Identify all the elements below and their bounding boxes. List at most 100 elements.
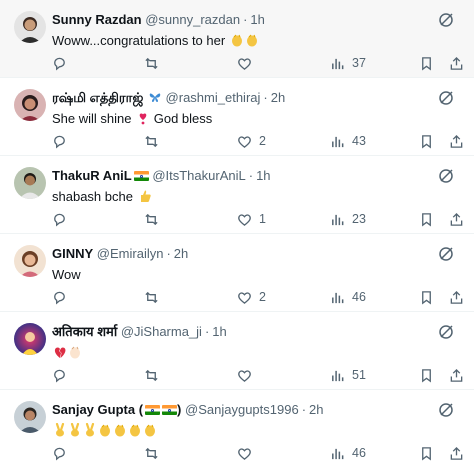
victory-hand-emoji-icon xyxy=(70,423,80,437)
reply-tweet[interactable]: Sunny Razdan @sunny_razdan · 1h Woww...con… xyxy=(0,0,474,78)
repost-button[interactable] xyxy=(144,366,166,384)
tweet-text xyxy=(52,421,454,441)
bookmark-icon xyxy=(422,290,431,304)
reply-tweet[interactable]: Sanjay Gupta () @Sanjaygupts1996 · 2h 46 xyxy=(0,390,474,467)
views-button[interactable]: 51 xyxy=(330,366,366,384)
repost-button[interactable] xyxy=(144,444,166,462)
share-button[interactable] xyxy=(449,366,464,384)
grok-icon[interactable] xyxy=(438,12,454,28)
like-button[interactable]: 2 xyxy=(237,288,266,306)
user-handle[interactable]: @Emirailyn xyxy=(97,246,164,261)
timestamp[interactable]: 1h xyxy=(212,324,226,339)
bookmark-icon xyxy=(422,446,431,460)
views-button[interactable]: 46 xyxy=(330,444,366,462)
avatar[interactable] xyxy=(14,11,46,43)
bookmark-icon xyxy=(422,212,431,226)
share-icon xyxy=(450,446,463,460)
clap-emoji-icon xyxy=(145,424,155,437)
views-button[interactable]: 43 xyxy=(330,132,366,150)
tweet-header: GINNY @Emirailyn · 2h xyxy=(52,246,189,261)
avatar[interactable] xyxy=(14,323,46,355)
timestamp[interactable]: 2h xyxy=(174,246,188,261)
views-button[interactable]: 37 xyxy=(330,54,366,72)
reply-button[interactable] xyxy=(52,54,74,72)
views-button[interactable]: 46 xyxy=(330,288,366,306)
avatar[interactable] xyxy=(14,167,46,199)
timestamp[interactable]: 2h xyxy=(271,90,285,105)
thumbs-up-emoji-icon xyxy=(140,190,151,202)
grok-icon[interactable] xyxy=(438,246,454,262)
grok-icon[interactable] xyxy=(438,402,454,418)
avatar[interactable] xyxy=(14,401,46,433)
display-name[interactable]: अतिकाय शर्मा xyxy=(52,324,117,339)
share-icon xyxy=(450,290,463,304)
repost-button[interactable] xyxy=(144,210,166,228)
avatar[interactable] xyxy=(14,89,46,121)
avatar[interactable] xyxy=(14,245,46,277)
bookmark-button[interactable] xyxy=(419,54,434,72)
victory-hand-emoji-icon xyxy=(55,423,65,437)
like-icon xyxy=(238,213,251,226)
reply-button[interactable] xyxy=(52,444,74,462)
reply-button[interactable] xyxy=(52,210,74,228)
reply-button[interactable] xyxy=(52,366,74,384)
share-icon xyxy=(450,134,463,148)
display-name[interactable]: ரஷ்மி எத்திராஜ் xyxy=(52,90,143,105)
user-handle[interactable]: @rashmi_ethiraj xyxy=(166,90,261,105)
clap-emoji-icon xyxy=(115,424,125,437)
share-button[interactable] xyxy=(449,444,464,462)
user-handle[interactable]: @Sanjaygupts1996 xyxy=(185,402,299,417)
repost-button[interactable] xyxy=(144,54,166,72)
bookmark-button[interactable] xyxy=(419,210,434,228)
share-button[interactable] xyxy=(449,288,464,306)
like-button[interactable]: 2 xyxy=(237,132,266,150)
grok-icon[interactable] xyxy=(438,168,454,184)
action-bar: 2 43 xyxy=(0,132,474,150)
user-handle[interactable]: @sunny_razdan xyxy=(145,12,240,27)
bookmark-icon xyxy=(422,56,431,70)
repost-icon xyxy=(145,135,158,147)
bookmark-button[interactable] xyxy=(419,444,434,462)
bookmark-button[interactable] xyxy=(419,288,434,306)
grok-icon[interactable] xyxy=(438,90,454,106)
share-button[interactable] xyxy=(449,54,464,72)
user-handle[interactable]: @ItsThakurAniL xyxy=(152,168,245,183)
replies-feed: Sunny Razdan @sunny_razdan · 1h Woww...con… xyxy=(0,0,474,467)
bookmark-icon xyxy=(422,134,431,148)
share-button[interactable] xyxy=(449,132,464,150)
display-name[interactable]: Sanjay Gupta xyxy=(52,402,135,417)
like-icon xyxy=(238,135,251,148)
views-icon xyxy=(332,448,344,459)
display-name[interactable]: Sunny Razdan xyxy=(52,12,142,27)
display-name[interactable]: GINNY xyxy=(52,246,93,261)
like-icon xyxy=(238,57,251,70)
like-icon xyxy=(238,291,251,304)
timestamp[interactable]: 1h xyxy=(256,168,270,183)
share-button[interactable] xyxy=(449,210,464,228)
clap-emoji-icon xyxy=(100,424,110,437)
like-button[interactable]: 1 xyxy=(237,210,266,228)
reply-tweet[interactable]: ரஷ்மி எத்திராஜ் @rashmi_ethiraj · 2h She w… xyxy=(0,78,474,156)
like-button[interactable] xyxy=(237,54,259,72)
bookmark-button[interactable] xyxy=(419,366,434,384)
views-button[interactable]: 23 xyxy=(330,210,366,228)
like-button[interactable] xyxy=(237,366,259,384)
victory-hand-emoji-icon xyxy=(85,423,95,437)
like-button[interactable] xyxy=(237,444,259,462)
action-bar: 1 23 xyxy=(0,210,474,228)
repost-button[interactable] xyxy=(144,132,166,150)
user-handle[interactable]: @JiSharma_ji xyxy=(121,324,202,339)
share-icon xyxy=(450,368,463,382)
display-name[interactable]: ThakuR AniL xyxy=(52,168,132,183)
repost-button[interactable] xyxy=(144,288,166,306)
reply-tweet[interactable]: अतिकाय शर्मा @JiSharma_ji · 1h 51 xyxy=(0,312,474,390)
reply-button[interactable] xyxy=(52,132,74,150)
reply-tweet[interactable]: GINNY @Emirailyn · 2h Wow 2 46 xyxy=(0,234,474,312)
broken-heart-emoji-icon xyxy=(54,347,66,358)
reply-tweet[interactable]: ThakuR AniL @ItsThakurAniL · 1h shabash bc… xyxy=(0,156,474,234)
timestamp[interactable]: 1h xyxy=(250,12,264,27)
bookmark-button[interactable] xyxy=(419,132,434,150)
timestamp[interactable]: 2h xyxy=(309,402,323,417)
grok-icon[interactable] xyxy=(438,324,454,340)
reply-button[interactable] xyxy=(52,288,74,306)
